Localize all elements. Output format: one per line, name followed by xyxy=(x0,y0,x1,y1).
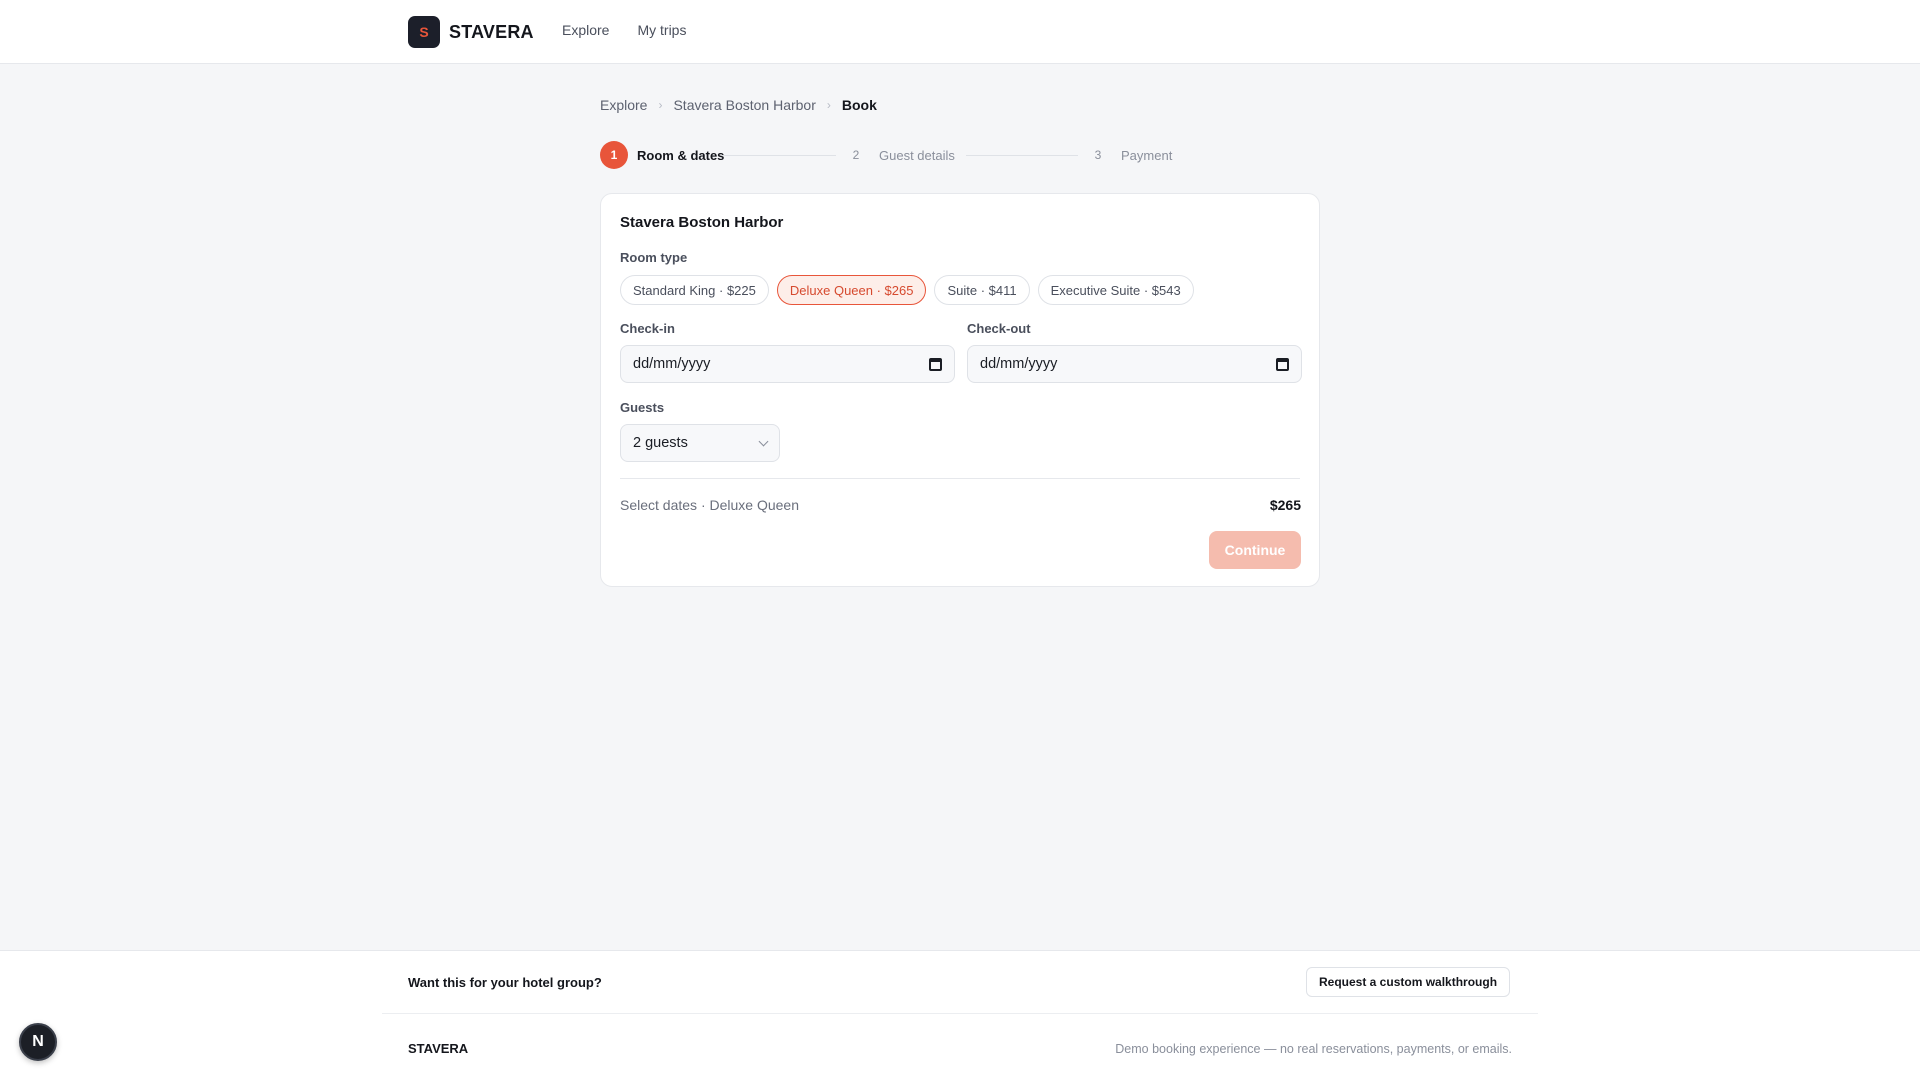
step-room-dates: 1 Room & dates xyxy=(600,141,724,169)
continue-button[interactable]: Continue xyxy=(1209,531,1301,569)
chevron-right-icon: › xyxy=(658,98,663,112)
breadcrumb-explore[interactable]: Explore xyxy=(600,97,647,113)
page-footer: Want this for your hotel group? Request … xyxy=(0,950,1920,1080)
footer-cta-text: Want this for your hotel group? xyxy=(408,975,602,990)
divider xyxy=(620,478,1300,479)
footer-brand: STAVERA xyxy=(408,1041,469,1056)
request-walkthrough-button[interactable]: Request a custom walkthrough xyxy=(1306,967,1511,997)
step-connector xyxy=(966,155,1078,156)
room-type-options: Standard King · $225 Deluxe Queen · $265… xyxy=(620,275,1194,305)
brand-name: STAVERA xyxy=(449,21,534,42)
room-option-deluxe-queen[interactable]: Deluxe Queen · $265 xyxy=(776,275,927,305)
nextjs-dev-badge-icon[interactable]: N xyxy=(19,1023,57,1061)
step-label: Room & dates xyxy=(637,147,725,163)
step-connector xyxy=(722,155,836,156)
room-option-standard-king[interactable]: Standard King · $225 xyxy=(620,275,769,305)
guests-value: 2 guests xyxy=(633,435,688,451)
chevron-right-icon: › xyxy=(826,98,831,112)
checkin-label: Check-in xyxy=(620,321,675,336)
checkout-label: Check-out xyxy=(967,321,1031,336)
step-number: 3 xyxy=(1084,141,1112,169)
top-navbar: S STAVERA Explore My trips xyxy=(0,0,1920,64)
checkout-placeholder: dd/mm/yyyy xyxy=(980,356,1058,372)
guests-select[interactable]: 2 guests xyxy=(620,424,780,462)
logo-mark-icon: S xyxy=(408,16,440,48)
room-type-label: Room type xyxy=(620,250,688,265)
step-label: Guest details xyxy=(879,147,955,163)
main-nav: Explore My trips xyxy=(562,22,686,38)
booking-summary: Select dates · Deluxe Queen xyxy=(620,497,799,513)
booking-total: $265 xyxy=(1269,497,1301,513)
step-payment: 3 Payment xyxy=(1084,141,1172,169)
brand-logo[interactable]: S STAVERA xyxy=(408,16,534,48)
nav-my-trips-link[interactable]: My trips xyxy=(637,22,686,38)
step-guest-details: 2 Guest details xyxy=(842,141,955,169)
step-number: 2 xyxy=(842,141,870,169)
booking-stepper: 1 Room & dates 2 Guest details 3 Payment xyxy=(600,141,1320,169)
checkin-date-input[interactable]: dd/mm/yyyy xyxy=(620,345,955,383)
step-number: 1 xyxy=(600,141,628,169)
checkin-placeholder: dd/mm/yyyy xyxy=(633,356,711,372)
hotel-name: Stavera Boston Harbor xyxy=(620,214,784,231)
checkout-date-input[interactable]: dd/mm/yyyy xyxy=(967,345,1302,383)
calendar-icon[interactable] xyxy=(1276,357,1289,371)
breadcrumb: Explore › Stavera Boston Harbor › Book xyxy=(600,97,877,113)
step-label: Payment xyxy=(1121,147,1173,163)
chevron-down-icon xyxy=(758,436,769,446)
guests-label: Guests xyxy=(620,400,665,415)
nav-explore-link[interactable]: Explore xyxy=(562,22,609,38)
breadcrumb-hotel[interactable]: Stavera Boston Harbor xyxy=(673,97,815,113)
breadcrumb-current: Book xyxy=(841,97,877,113)
booking-card: Stavera Boston Harbor Room type Standard… xyxy=(600,193,1320,587)
room-option-suite[interactable]: Suite · $411 xyxy=(934,275,1030,305)
footer-disclaimer: Demo booking experience — no real reserv… xyxy=(1115,1042,1512,1056)
divider xyxy=(382,1013,1538,1014)
calendar-icon[interactable] xyxy=(929,357,942,371)
room-option-executive-suite[interactable]: Executive Suite · $543 xyxy=(1037,275,1194,305)
